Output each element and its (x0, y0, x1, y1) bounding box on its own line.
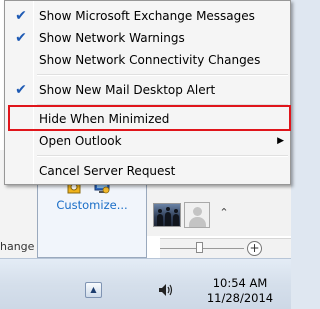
checkmark-icon: ✔ (15, 8, 27, 24)
show-hidden-icons-button[interactable]: ▲ (85, 282, 102, 298)
clock-time: 10:54 AM (212, 276, 268, 290)
submenu-arrow-icon: ▶ (277, 136, 284, 146)
checkmark-icon: ✔ (15, 82, 27, 98)
menu-item-cancel-server-request[interactable]: Cancel Server Request (7, 160, 288, 182)
menu-item-label: Show Network Warnings (39, 31, 185, 45)
menu-item-label: Cancel Server Request (39, 164, 176, 178)
menu-separator (37, 74, 288, 76)
menu-item-label: Show Microsoft Exchange Messages (39, 9, 255, 23)
volume-icon[interactable] (158, 283, 174, 297)
menu-separator (37, 155, 288, 157)
zoom-in-icon[interactable]: + (247, 241, 262, 256)
system-clock[interactable]: 10:54 AM 11/28/2014 (205, 276, 275, 306)
contact-photo[interactable] (153, 203, 181, 227)
zoom-slider-thumb[interactable] (196, 242, 203, 253)
checkmark-icon: ✔ (15, 30, 27, 46)
menu-item-open-outlook[interactable]: Open Outlook ▶ (7, 130, 288, 152)
menu-item-label: Show Network Connectivity Changes (39, 53, 261, 67)
menu-item-show-exchange-messages[interactable]: ✔ Show Microsoft Exchange Messages (7, 5, 288, 27)
tray-context-menu: ✔ Show Microsoft Exchange Messages ✔ Sho… (4, 0, 291, 185)
avatar[interactable] (184, 202, 210, 228)
menu-item-show-connectivity-changes[interactable]: Show Network Connectivity Changes (7, 49, 288, 71)
menu-item-show-network-warnings[interactable]: ✔ Show Network Warnings (7, 27, 288, 49)
chevron-up-icon: ▲ (90, 285, 97, 294)
menu-item-show-new-mail-alert[interactable]: ✔ Show New Mail Desktop Alert (7, 79, 288, 101)
clock-date: 11/28/2014 (206, 291, 274, 305)
menu-item-label: Open Outlook (39, 134, 122, 148)
taskbar: ▲ 10:54 AM 11/28/2014 (0, 258, 291, 309)
highlight-annotation (8, 105, 291, 131)
zoom-bar: + (160, 238, 291, 258)
person-icon (193, 207, 202, 216)
menu-item-label: Show New Mail Desktop Alert (39, 83, 216, 97)
chevron-up-icon[interactable]: ⌃ (218, 207, 230, 219)
customize-link[interactable]: Customize... (38, 198, 146, 216)
